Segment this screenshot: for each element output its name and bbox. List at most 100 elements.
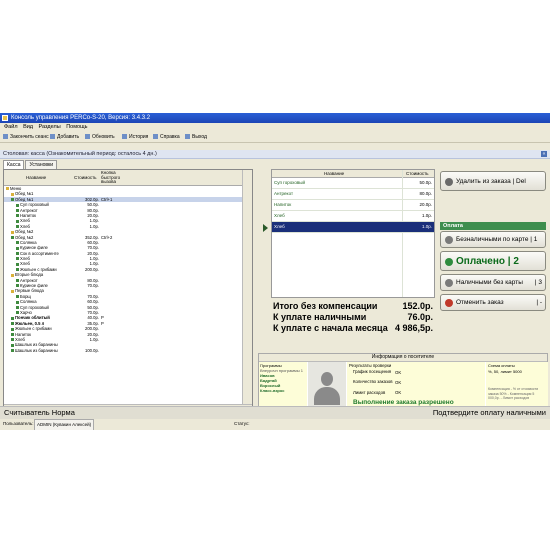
refresh-button[interactable]: Обновить [85, 132, 115, 143]
user-label: Пользователь: [3, 421, 34, 426]
menu-tree-rows: Меню Обед №1 Обед №1 302.0р. Ctrl+1 Суп горох… [4, 186, 244, 353]
dish-icon [16, 225, 19, 229]
dish-icon [11, 343, 14, 347]
order-item-price: 1.0р. [421, 213, 432, 218]
result-value: OK [395, 380, 402, 385]
order-item-name: Антрекот [274, 191, 294, 196]
section-bar: Столовая: касса (Ознакомительный период:… [0, 150, 550, 159]
history-button[interactable]: История [122, 132, 148, 143]
dish-icon [11, 322, 14, 326]
cashless-card-button[interactable]: Безналичными по карте | 1 [440, 231, 546, 248]
dish-icon [16, 300, 19, 304]
end-session-button[interactable]: Закончить сеанс [3, 132, 49, 143]
cancel-icon [445, 299, 453, 307]
dish-icon [16, 262, 19, 266]
visitor-info-panel: Информация о посетителе Программы Внеуро… [258, 353, 548, 413]
dish-icon [11, 198, 14, 202]
dish-icon [16, 295, 19, 299]
col-name[interactable]: Название [26, 175, 46, 180]
dish-icon [11, 349, 14, 353]
cash-no-card-button[interactable]: Наличными без карты | 3 [440, 274, 546, 291]
order-col-name[interactable]: Название [324, 170, 344, 177]
dish-icon [16, 311, 19, 315]
order-row[interactable]: Суп гороховый 50.0р. [272, 178, 434, 189]
dish-icon [16, 241, 19, 245]
vertical-scrollbar[interactable] [242, 170, 252, 412]
menu-tree-row[interactable]: Шашлык из баранины 100.0р. [4, 348, 244, 353]
col-cost[interactable]: Стоимость [74, 175, 97, 180]
dish-icon [16, 219, 19, 223]
menu-sections[interactable]: Разделы [39, 124, 61, 130]
help-button[interactable]: Справка [153, 132, 180, 143]
folder-icon [11, 289, 14, 293]
order-col-cost[interactable]: Стоимость [406, 170, 429, 177]
action-buttons: Удалить из заказа | Del Оплата Безналичн… [436, 169, 548, 352]
dish-icon [16, 203, 19, 207]
end-session-icon [3, 134, 8, 140]
card-icon [445, 236, 453, 244]
menu-tree-header: Название Стоимость Кнопка быстрого вызов… [4, 170, 244, 186]
order-item-name: Хлеб [274, 224, 285, 229]
dish-icon [16, 214, 19, 218]
order-row[interactable]: Антрекот 80.0р. [272, 189, 434, 200]
dish-icon [16, 305, 19, 309]
order-item-price: 50.0р. [419, 180, 432, 185]
order-item-name: Напиток [274, 202, 292, 207]
result-value: OK [395, 390, 402, 395]
cancel-order-button[interactable]: Отменить заказ | - [440, 294, 546, 311]
menu-file[interactable]: Файл [4, 124, 18, 130]
paid-button[interactable]: Оплачено | 2 [440, 251, 546, 271]
add-button[interactable]: Добавить [50, 132, 79, 143]
add-icon [50, 134, 55, 140]
menu-bar: Файл Вид Разделы Помощь [0, 123, 550, 132]
program-item: Класс-взрос [260, 388, 285, 393]
menu-help[interactable]: Помощь [66, 124, 87, 130]
order-item-price: 80.0р. [419, 191, 432, 196]
tab-cashier[interactable]: Касса [3, 160, 25, 169]
status-label: Статус: [234, 421, 250, 426]
folder-icon [11, 230, 14, 234]
window-title: Консоль управления PERCo-S-20, Версия: 3… [11, 115, 151, 121]
dish-icon [11, 338, 14, 342]
order-row[interactable]: Хлеб 1.0р. [272, 222, 434, 233]
section-title: Столовая: касса (Ознакомительный период:… [3, 151, 157, 157]
payment-label: Схема оплаты [488, 363, 515, 368]
delete-from-order-button[interactable]: Удалить из заказа | Del [440, 171, 546, 191]
app-icon [2, 115, 8, 121]
dish-icon [11, 327, 14, 331]
help-icon [153, 134, 158, 140]
paid-icon [445, 258, 453, 266]
order-allowed-status: Выполнение заказа разрешено [353, 399, 454, 406]
avatar-head-icon [321, 372, 333, 386]
col-hotkey[interactable]: Кнопка быстрого вызова [101, 170, 133, 185]
dish-icon [16, 284, 19, 288]
tab-settings[interactable]: Установки [25, 160, 58, 169]
avatar-body-icon [314, 387, 340, 405]
collapse-icon[interactable]: « [541, 151, 547, 157]
total-value: 152.0р. [402, 301, 433, 311]
menu-view[interactable]: Вид [23, 124, 33, 130]
dish-icon [16, 268, 19, 272]
order-item-price: 1.0р. [421, 224, 432, 229]
dish-icon [11, 316, 14, 320]
toolbar: Закончить сеанс Добавить Обновить Истори… [0, 132, 550, 143]
cash-label: К уплате наличными [273, 312, 367, 322]
payment-text: %, 50, лимит 5000 [488, 369, 522, 374]
folder-icon [6, 187, 9, 191]
order-grid: Название Стоимость Суп гороховый 50.0р. Ан… [271, 169, 435, 298]
order-row[interactable]: Напиток 20.0р. [272, 200, 434, 211]
month-label: К уплате с начала месяца [273, 323, 388, 333]
menu-tree: Название Стоимость Кнопка быстрого вызов… [3, 169, 253, 413]
exit-button[interactable]: Выход [185, 132, 207, 143]
totals-panel: Итого без компенсации 152.0р. К уплате н… [271, 299, 435, 349]
order-row[interactable]: Хлеб 1.0р. [272, 211, 434, 222]
order-header: Название Стоимость [272, 170, 434, 178]
menu-item-name: Шашлык из баранины [11, 348, 58, 353]
history-icon [122, 134, 127, 140]
month-value: 4 986,5р. [394, 323, 433, 333]
title-bar[interactable]: Консоль управления PERCo-S-20, Версия: 3… [0, 113, 550, 123]
move-to-order-arrow-icon[interactable] [263, 224, 268, 232]
folder-icon [11, 192, 14, 196]
app-window: Консоль управления PERCo-S-20, Версия: 3… [0, 113, 550, 430]
result-key: График посещения [353, 369, 392, 374]
